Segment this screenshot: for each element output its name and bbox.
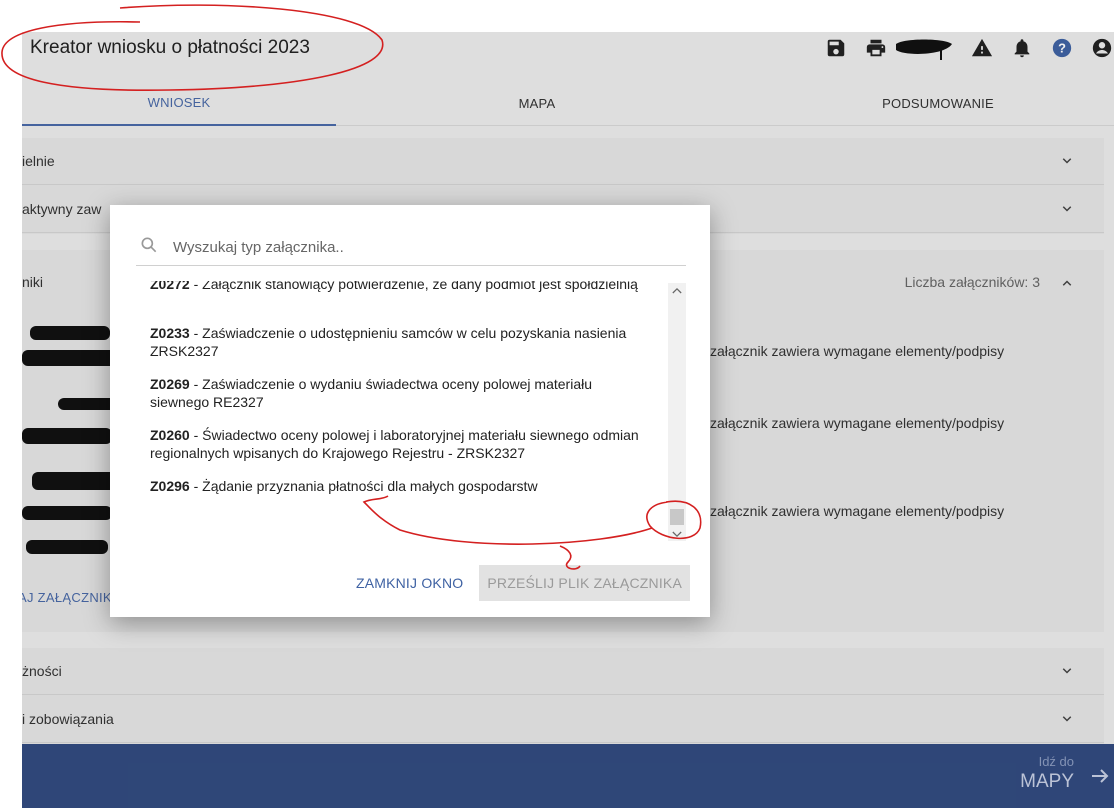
scrollbar-thumb[interactable] [670, 509, 684, 525]
item-code: Z0296 [150, 478, 190, 494]
item-code: Z0260 [150, 427, 190, 443]
list-item[interactable]: Z0272 - Załącznik stanowiący potwierdzen… [150, 281, 650, 293]
item-code: Z0233 [150, 325, 190, 341]
list-item[interactable]: Z0269 - Zaświadczenie o wydaniu świadect… [150, 375, 650, 411]
list-item[interactable]: Z0233 - Zaświadczenie o udostępnieniu sa… [150, 324, 650, 360]
attachment-type-dialog: Z0272 - Załącznik stanowiący potwierdzen… [110, 205, 710, 617]
search-input[interactable] [173, 239, 653, 256]
close-dialog-button[interactable]: ZAMKNIJ OKNO [348, 565, 471, 601]
list-item[interactable]: Z0260 - Świadectwo oceny polowej i labor… [150, 426, 650, 462]
top-white-strip [0, 0, 1114, 32]
item-code: Z0269 [150, 376, 190, 392]
item-text: - Świadectwo oceny polowej i laboratoryj… [150, 427, 639, 461]
scroll-up-icon[interactable] [668, 283, 686, 297]
item-text: - Żądanie przyznania płatności dla małyc… [189, 478, 538, 494]
list-scrollbar[interactable] [668, 283, 686, 541]
item-text: - Zaświadczenie o wydaniu świadectwa oce… [150, 376, 593, 410]
dialog-actions: ZAMKNIJ OKNO PRZEŚLIJ PLIK ZAŁĄCZNIKA [348, 565, 690, 601]
list-item[interactable]: Z0296 - Żądanie przyznania płatności dla… [150, 477, 650, 495]
search-icon [136, 235, 159, 260]
item-text: - Zaświadczenie o udostępnieniu samców w… [150, 325, 627, 359]
item-text: - Załącznik stanowiący potwierdzenie, że… [189, 281, 638, 292]
attachment-type-list: Z0272 - Załącznik stanowiący potwierdzen… [136, 281, 664, 541]
upload-attachment-button[interactable]: PRZEŚLIJ PLIK ZAŁĄCZNIKA [479, 565, 690, 601]
scroll-down-icon[interactable] [668, 527, 686, 541]
item-code: Z0272 [150, 281, 190, 292]
search-bar [136, 230, 686, 266]
